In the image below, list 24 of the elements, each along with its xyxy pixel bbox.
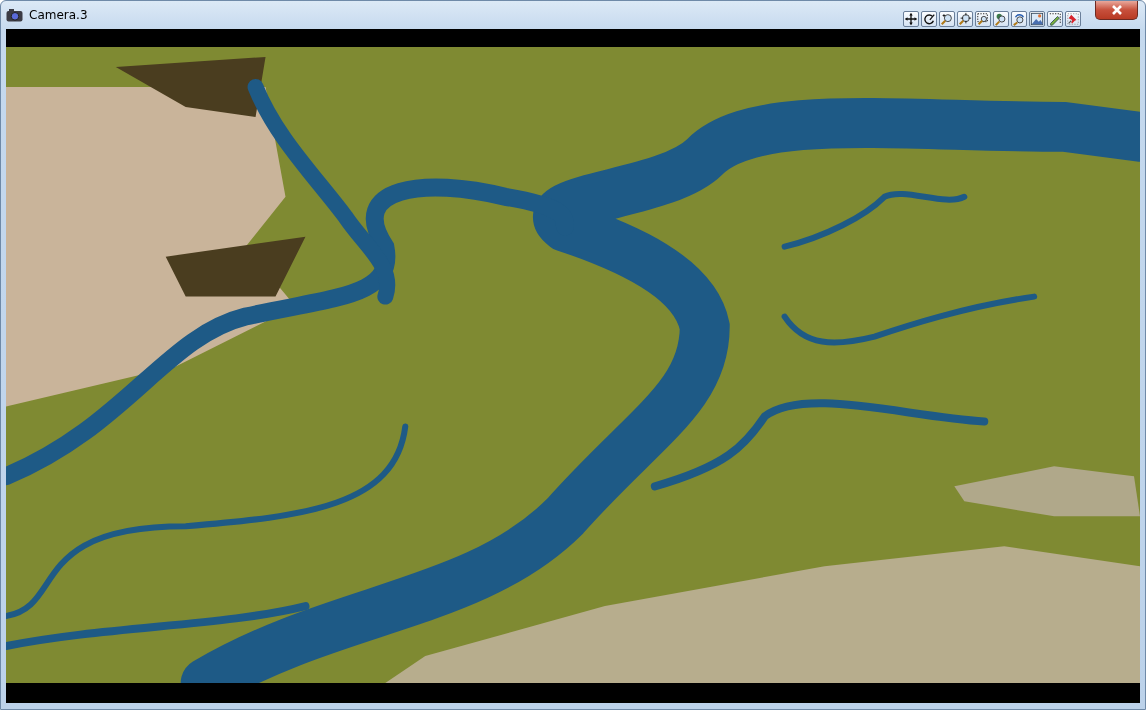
pin-button[interactable] <box>1065 11 1081 27</box>
tool-icon <box>1012 12 1026 26</box>
zoom-button[interactable] <box>939 11 955 27</box>
zoom-back-button[interactable] <box>1011 11 1027 27</box>
orbit-button[interactable] <box>921 11 937 27</box>
pan-button[interactable] <box>903 11 919 27</box>
camera-icon <box>6 8 23 22</box>
close-button[interactable] <box>1095 1 1138 20</box>
tool-icon <box>1048 12 1062 26</box>
landscape-button[interactable] <box>1029 11 1045 27</box>
tool-icon <box>994 12 1008 26</box>
window-title: Camera.3 <box>29 8 88 22</box>
close-icon <box>1109 4 1124 16</box>
zoom-fit-button[interactable] <box>957 11 973 27</box>
tool-icon <box>1030 12 1044 26</box>
tool-icon <box>940 12 954 26</box>
tool-icon <box>1066 12 1080 26</box>
tool-icon <box>958 12 972 26</box>
tool-icon <box>904 12 918 26</box>
zoom-object-button[interactable] <box>993 11 1009 27</box>
tool-icon <box>922 12 936 26</box>
tool-icon <box>976 12 990 26</box>
zoom-region-button[interactable] <box>975 11 991 27</box>
edit-button[interactable] <box>1047 11 1063 27</box>
